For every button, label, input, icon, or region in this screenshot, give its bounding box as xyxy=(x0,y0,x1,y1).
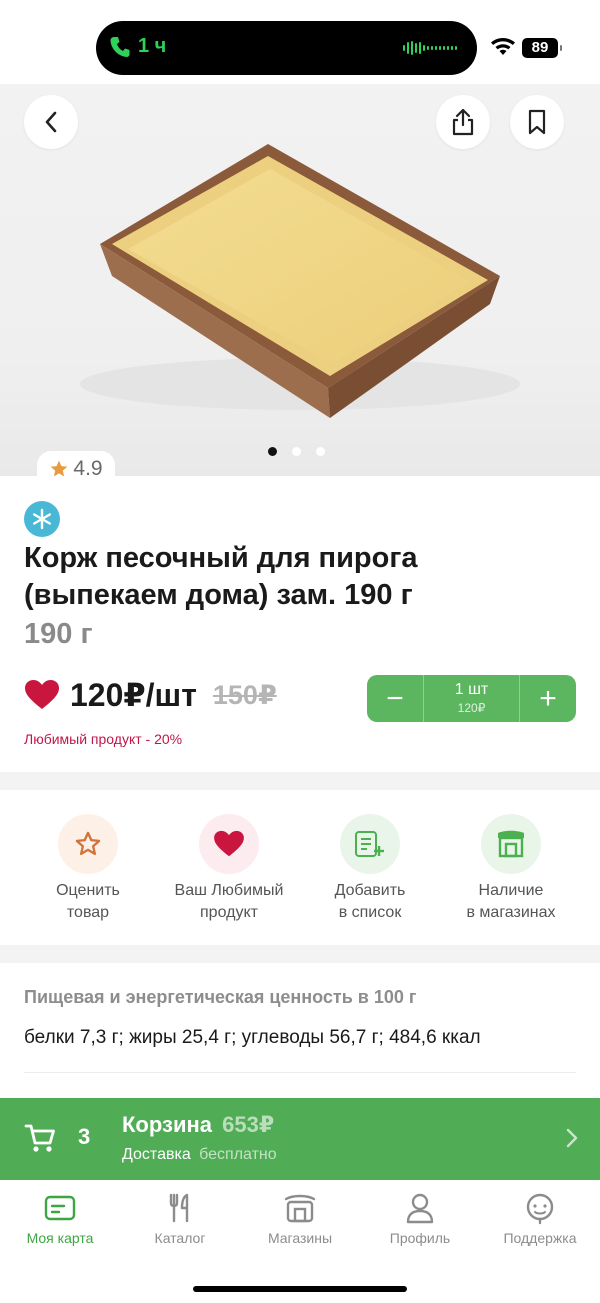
nutrition-title: Пищевая и энергетическая ценность в 100 … xyxy=(24,987,417,1007)
product-title: Корж песочный для пирога (выпекаем дома)… xyxy=(24,542,418,611)
tab-label: Профиль xyxy=(389,1230,451,1246)
battery-level: 89 xyxy=(522,38,562,58)
tab-stores[interactable]: Магазины xyxy=(240,1190,360,1246)
old-price: 150₽ xyxy=(212,679,277,710)
delivery-value: бесплатно xyxy=(199,1146,277,1163)
gallery-dot[interactable] xyxy=(268,447,277,456)
headset-icon xyxy=(526,1193,554,1225)
share-icon xyxy=(452,108,474,136)
tab-label: Поддержка xyxy=(503,1230,577,1246)
product-image xyxy=(80,144,520,418)
divider xyxy=(24,1072,576,1073)
star-outline-icon xyxy=(75,831,101,856)
store-icon-circle xyxy=(481,814,541,874)
quantity-sum: 120₽ xyxy=(457,701,486,715)
store-icon xyxy=(284,1194,316,1223)
cart-bar[interactable]: 3 Корзина 653₽ Доставка бесплатно xyxy=(0,1098,600,1180)
list-icon-circle xyxy=(340,814,400,874)
frozen-badge[interactable] xyxy=(24,501,60,537)
favorite-discount-note: Любимый продукт - 20% xyxy=(24,731,183,747)
gallery-dot[interactable] xyxy=(292,447,301,456)
favorite-product-button[interactable]: Ваш Любимый продукт xyxy=(159,814,299,924)
gallery-pagination[interactable] xyxy=(268,447,325,456)
rate-icon-circle xyxy=(58,814,118,874)
audio-wave-icon xyxy=(403,41,457,55)
cart-total: 653₽ xyxy=(222,1112,275,1137)
action-label: Добавить в список xyxy=(334,882,406,921)
call-duration: 1 ч xyxy=(138,35,167,57)
divider xyxy=(0,772,600,790)
quantity-value: 1 шт xyxy=(454,681,489,698)
store-availability-button[interactable]: Наличие в магазинах xyxy=(441,814,581,924)
quantity-display[interactable]: 1 шт 120₽ xyxy=(423,675,520,722)
action-label: Ваш Любимый продукт xyxy=(174,882,284,921)
cart-title-line: Корзина 653₽ xyxy=(122,1112,274,1138)
favorite-icon-circle xyxy=(199,814,259,874)
heart-icon xyxy=(214,830,244,857)
delivery-label: Доставка xyxy=(122,1146,191,1163)
phone-icon xyxy=(110,36,130,57)
tab-support[interactable]: Поддержка xyxy=(480,1190,600,1246)
card-icon xyxy=(44,1195,76,1221)
current-price: 120₽/шт xyxy=(70,677,197,713)
person-icon xyxy=(406,1193,434,1224)
product-info: Корж песочный для пирога (выпекаем дома)… xyxy=(0,476,600,772)
add-to-list-button[interactable]: Добавить в список xyxy=(300,814,440,924)
bookmark-icon xyxy=(528,109,546,135)
tab-label: Моя карта xyxy=(26,1230,94,1246)
product-actions: Оценить товар Ваш Любимый продукт Добавить… xyxy=(0,790,600,945)
cart-title: Корзина xyxy=(122,1112,212,1137)
price-row: 120₽/шт 150₽ xyxy=(24,676,277,714)
tab-label: Магазины xyxy=(267,1230,333,1246)
add-to-list-icon xyxy=(355,831,384,857)
call-indicator: 1 ч xyxy=(110,35,166,58)
snowflake-icon xyxy=(33,508,51,530)
chevron-left-icon xyxy=(45,111,57,133)
quantity-stepper: − 1 шт 120₽ + xyxy=(367,675,576,722)
action-label: Наличие в магазинах xyxy=(466,882,556,921)
dynamic-island[interactable]: 1 ч xyxy=(96,21,477,75)
decrease-button[interactable]: − xyxy=(367,675,423,722)
tab-profile[interactable]: Профиль xyxy=(360,1190,480,1246)
rate-product-button[interactable]: Оценить товар xyxy=(18,814,158,924)
status-bar: 1 ч 89 xyxy=(0,0,600,84)
bookmark-button[interactable] xyxy=(510,95,564,149)
heart-icon xyxy=(25,680,59,709)
delivery-info: Доставка бесплатно xyxy=(122,1146,277,1164)
share-button[interactable] xyxy=(436,95,490,149)
product-weight: 190 г xyxy=(24,618,93,650)
tab-bar: Моя карта Каталог Магазины Профиль Подде… xyxy=(0,1180,600,1303)
wifi-icon xyxy=(491,38,515,55)
nutrition-section: Пищевая и энергетическая ценность в 100 … xyxy=(0,963,600,1098)
store-icon xyxy=(498,830,524,858)
tab-label: Каталог xyxy=(154,1230,206,1246)
divider xyxy=(0,945,600,963)
back-button[interactable] xyxy=(24,95,78,149)
nutrition-value: белки 7,3 г; жиры 25,4 г; углеводы 56,7 … xyxy=(24,1027,481,1048)
product-gallery[interactable] xyxy=(0,84,600,476)
gallery-dot[interactable] xyxy=(316,447,325,456)
cart-count: 3 xyxy=(78,1124,91,1149)
tab-my-card[interactable]: Моя карта xyxy=(0,1190,120,1246)
chevron-right-icon xyxy=(566,1128,578,1148)
fork-knife-icon xyxy=(169,1193,189,1223)
home-indicator[interactable] xyxy=(193,1286,407,1292)
action-label: Оценить товар xyxy=(56,882,120,921)
cart-icon xyxy=(24,1124,55,1152)
increase-button[interactable]: + xyxy=(520,675,576,722)
tab-catalog[interactable]: Каталог xyxy=(120,1190,240,1246)
